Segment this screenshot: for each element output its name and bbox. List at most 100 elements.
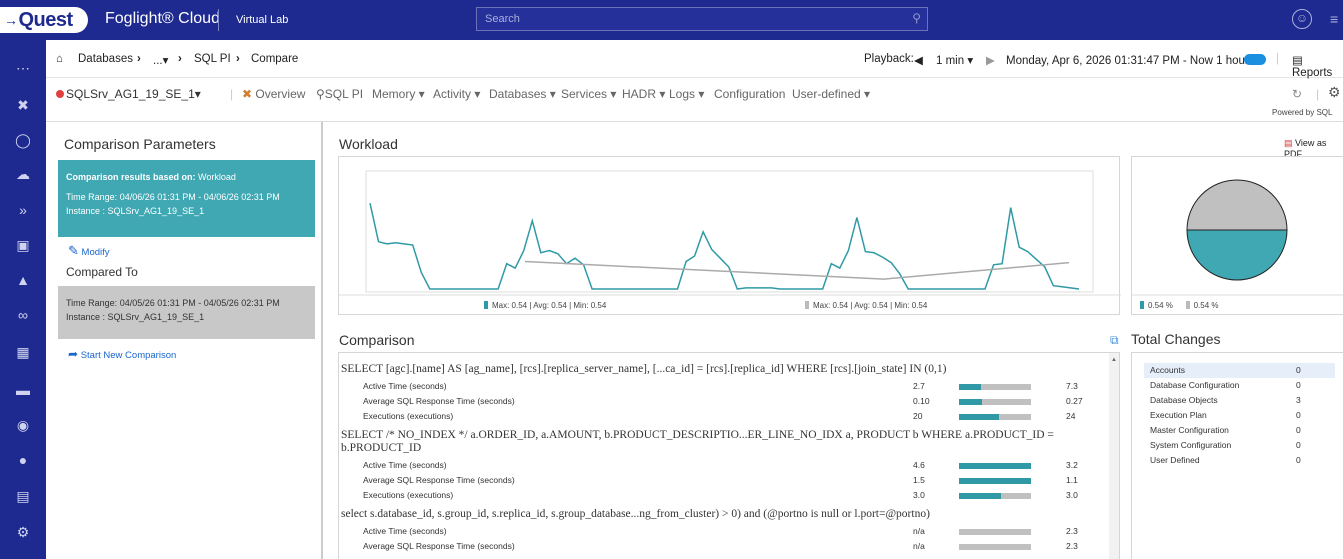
instance-nav-bar: SQLSrv_AG1_19_SE_1▾ | ✖ Overview ⚲SQL PI…: [46, 78, 1343, 122]
total-changes-row[interactable]: Database Objects 3: [1144, 393, 1335, 408]
baseline-box: Comparison results based on: Workload Ti…: [58, 160, 315, 237]
tab-configuration[interactable]: Configuration: [714, 87, 785, 101]
metric-previous-value: 3.2: [1066, 460, 1078, 470]
legend-previous: Max: 0.54 | Avg: 0.54 | Min: 0.54: [805, 301, 927, 310]
separator: |: [1276, 53, 1279, 65]
metric-bar: [959, 478, 1031, 484]
total-changes-row[interactable]: Master Configuration 0: [1144, 423, 1335, 438]
tab-hadr[interactable]: HADR ▾: [622, 87, 665, 101]
total-changes-row[interactable]: Execution Plan 0: [1144, 408, 1335, 423]
metric-label: Active Time (seconds): [363, 381, 447, 391]
scrollbar[interactable]: ▲: [1109, 353, 1119, 559]
workload-chart-box: Max: 0.54 | Avg: 0.54 | Min: 0.54 Max: 0…: [338, 156, 1121, 315]
metric-bar-fill: [959, 384, 981, 390]
quest-logo[interactable]: → Quest: [0, 7, 88, 33]
reports-button[interactable]: ▤ Reports: [1292, 53, 1343, 79]
cost-icon[interactable]: ◉: [13, 415, 33, 435]
metric-row: Executions (executions) 3.0 3.0: [339, 488, 1119, 503]
change-category: Execution Plan: [1150, 410, 1207, 420]
gear-icon[interactable]: ⚙: [1328, 84, 1341, 101]
tab-overview[interactable]: ✖ Overview: [242, 87, 305, 101]
tools-icon[interactable]: ✖: [13, 95, 33, 115]
overview-icon: ✖: [242, 87, 253, 101]
breadcrumb: ⌂ Databases › ...▾ › SQL PI › Compare Pl…: [46, 40, 1343, 79]
link-icon[interactable]: ∞: [13, 305, 33, 325]
metric-row: Active Time (seconds) 2.7 7.3: [339, 379, 1119, 394]
metric-previous-value: 2.3: [1066, 541, 1078, 551]
status-icon: [56, 90, 64, 98]
metric-label: Average SQL Response Time (seconds): [363, 475, 515, 485]
left-navigation-rail: ⋯ ✖ ◯ ☁ » ▣ ▲ ∞ ▦ ▬ ◉ ● ▤ ⚙: [0, 40, 46, 559]
metric-current-value: 4.6: [913, 460, 925, 470]
breadcrumb-databases[interactable]: Databases: [78, 53, 133, 65]
change-count: 0: [1296, 440, 1301, 450]
metric-previous-value: 2.3: [1066, 526, 1078, 536]
tab-sql-pi[interactable]: ⚲SQL PI: [316, 87, 363, 101]
total-changes-row[interactable]: Accounts 0: [1144, 363, 1335, 378]
metric-label: Active Time (seconds): [363, 526, 447, 536]
tab-user-defined[interactable]: User-defined ▾: [792, 87, 870, 101]
tab-logs[interactable]: Logs ▾: [669, 87, 704, 101]
step-back-icon[interactable]: ◀: [914, 53, 923, 67]
tab-memory[interactable]: Memory ▾: [372, 87, 425, 101]
total-changes-row[interactable]: User Defined 0: [1144, 453, 1335, 468]
database-icon[interactable]: ▦: [13, 342, 33, 362]
change-count: 3: [1296, 395, 1301, 405]
based-on-value: Workload: [198, 172, 236, 182]
hierarchy-icon[interactable]: ▲: [13, 270, 33, 290]
change-category: Database Objects: [1150, 395, 1218, 405]
cloud-link-icon[interactable]: ●: [13, 450, 33, 470]
tab-databases[interactable]: Databases ▾: [489, 87, 556, 101]
comparison-query[interactable]: SELECT /* NO_INDEX */ a.ORDER_ID, a.AMOU…: [339, 429, 1119, 455]
time-range-selector[interactable]: Monday, Apr 6, 2026 01:31:47 PM - Now 1 …: [1006, 53, 1258, 67]
playback-interval[interactable]: 1 min ▾: [936, 53, 973, 67]
powered-by: Powered by SQL: [1272, 108, 1333, 117]
popout-icon[interactable]: ⧉: [1110, 333, 1119, 348]
breadcrumb-sqlpi[interactable]: SQL PI: [194, 53, 231, 65]
live-toggle[interactable]: [1244, 54, 1266, 65]
series-current-line: [369, 203, 1080, 290]
comparison-query[interactable]: SELECT [agc].[name] AS [ag_name], [rcs].…: [339, 363, 1119, 376]
forward-icon[interactable]: »: [13, 200, 33, 220]
home-icon[interactable]: ⌂: [56, 53, 63, 65]
report-icon[interactable]: ▤: [13, 486, 33, 506]
metric-bar-fill: [959, 463, 1031, 469]
comparison-query[interactable]: select s.database_id, s.group_id, s.repl…: [339, 508, 1119, 521]
legend-swatch: [1185, 301, 1190, 309]
start-new-comparison-link[interactable]: ➦ Start New Comparison: [58, 339, 315, 367]
storage-icon[interactable]: ▬: [13, 380, 33, 400]
scroll-up-icon[interactable]: ▲: [1109, 357, 1119, 363]
alarm-icon[interactable]: ◯: [13, 130, 33, 150]
edit-icon: ✎: [68, 243, 79, 258]
user-icon[interactable]: ☺: [1292, 9, 1312, 29]
comparison-title: Comparison: [339, 332, 415, 348]
total-changes-row[interactable]: Database Configuration 0: [1144, 378, 1335, 393]
metric-previous-value: 24: [1066, 411, 1076, 421]
legend-swatch: [805, 301, 809, 309]
tab-services[interactable]: Services ▾: [561, 87, 616, 101]
metric-bar-fill: [959, 399, 983, 405]
menu-icon[interactable]: ≡: [1330, 11, 1338, 27]
tab-activity[interactable]: Activity ▾: [433, 87, 480, 101]
refresh-icon[interactable]: ↻: [1292, 87, 1302, 101]
dashboard-icon[interactable]: ▣: [13, 235, 33, 255]
product-name: Foglight® Cloud: [105, 10, 220, 27]
more-icon[interactable]: ⋯: [13, 58, 33, 78]
metric-label: Active Time (seconds): [363, 460, 447, 470]
settings-icon[interactable]: ⚙: [13, 522, 33, 542]
modify-link[interactable]: ✎ Modify: [58, 237, 315, 265]
baseline-instance: Instance : SQLSrv_AG1_19_SE_1: [66, 206, 205, 216]
cloud-icon[interactable]: ☁: [13, 164, 33, 184]
step-forward-icon[interactable]: ▶: [986, 53, 995, 67]
panel-divider: [321, 122, 323, 559]
separator: |: [1316, 87, 1320, 101]
total-changes-table: Accounts 0 Database Configuration 0 Database…: [1131, 352, 1343, 559]
search-input[interactable]: Search ⚲: [476, 7, 928, 31]
breadcrumb-ellipsis[interactable]: ...▾: [153, 53, 168, 67]
instance-selector[interactable]: SQLSrv_AG1_19_SE_1▾: [56, 87, 201, 101]
metric-current-value: 2.7: [913, 381, 925, 391]
total-changes-row[interactable]: System Configuration 0: [1144, 438, 1335, 453]
metric-label: Average SQL Response Time (seconds): [363, 541, 515, 551]
metric-bar: [959, 463, 1031, 469]
metric-row: Executions (executions) 20 24: [339, 409, 1119, 424]
